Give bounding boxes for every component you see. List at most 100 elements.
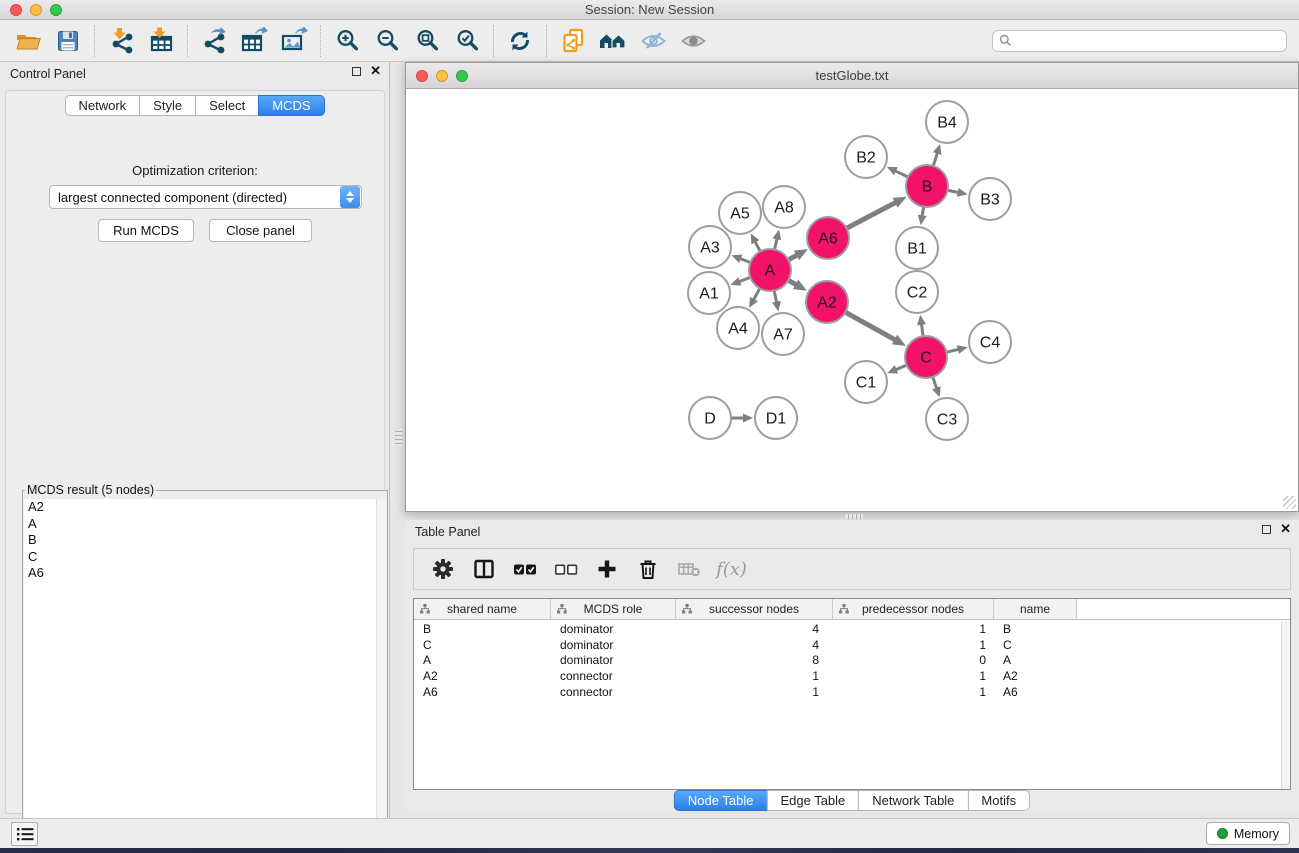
table-cell: C [994, 638, 1077, 652]
table-body: Bdominator41BCdominator41CAdominator80AA… [414, 621, 1281, 789]
search-icon [999, 34, 1012, 47]
memory-button[interactable]: Memory [1206, 822, 1290, 845]
task-history-button[interactable] [11, 822, 38, 846]
tab-style[interactable]: Style [139, 95, 196, 116]
vertical-splitter-handle[interactable] [395, 428, 402, 446]
graph-edge-C-C4[interactable] [946, 349, 959, 352]
mcds-result-item[interactable]: A6 [24, 565, 376, 582]
network-canvas[interactable]: B4B2BB3A5A8A6B1A3AC2A1A2A4A7C4CC1C3DD1 [406, 89, 1298, 511]
close-window-icon[interactable] [10, 4, 22, 16]
settings-gear-icon[interactable] [424, 552, 461, 586]
mcds-result-item[interactable]: A [24, 516, 376, 533]
table-panel-tabs: Node TableEdge TableNetwork TableMotifs [674, 790, 1030, 811]
zoom-out-icon[interactable] [367, 23, 407, 59]
refresh-icon[interactable] [500, 23, 540, 59]
network-minimize-icon[interactable] [436, 70, 448, 82]
float-table-panel-icon[interactable] [1262, 525, 1271, 534]
graph-edge-C-C3[interactable] [933, 377, 937, 390]
hide-selected-icon[interactable] [633, 23, 673, 59]
column-header-successor-nodes[interactable]: successor nodes [676, 599, 833, 619]
export-network-icon[interactable] [194, 23, 234, 59]
import-table-icon[interactable] [141, 23, 181, 59]
graph-edge-B-B4[interactable] [933, 152, 937, 166]
zoom-in-icon[interactable] [327, 23, 367, 59]
run-mcds-button[interactable]: Run MCDS [98, 219, 194, 242]
tab-edge-table[interactable]: Edge Table [766, 790, 859, 811]
zoom-window-icon[interactable] [50, 4, 62, 16]
search-input[interactable] [1016, 34, 1280, 48]
table-panel: Table Panel ✕ [405, 520, 1299, 812]
network-zoom-icon[interactable] [456, 70, 468, 82]
graph-node-label-B: B [922, 179, 933, 196]
column-header-mcds-role[interactable]: MCDS role [551, 599, 676, 619]
add-column-icon[interactable] [588, 552, 625, 586]
graph-node-label-D: D [704, 411, 716, 428]
main-toolbar [0, 20, 1299, 62]
mcds-result-item[interactable]: A2 [24, 499, 376, 516]
table-row[interactable]: Adominator80A [414, 652, 1281, 668]
mcds-result-scrollbar[interactable] [376, 499, 386, 827]
table-scrollbar[interactable] [1281, 621, 1290, 789]
mcds-result-item[interactable]: C [24, 549, 376, 566]
table-row[interactable]: A6connector11A6 [414, 684, 1281, 700]
zoom-selected-icon[interactable] [447, 23, 487, 59]
table-cell: connector [551, 669, 676, 683]
export-image-icon[interactable] [274, 23, 314, 59]
mcds-result-item[interactable]: B [24, 532, 376, 549]
table-panel-header: Table Panel ✕ [405, 520, 1299, 544]
tab-node-table[interactable]: Node Table [674, 790, 768, 811]
float-panel-icon[interactable] [352, 67, 361, 76]
houses-icon[interactable] [593, 23, 633, 59]
close-panel-button[interactable]: Close panel [209, 219, 312, 242]
delete-column-icon[interactable] [629, 552, 666, 586]
zoom-fit-icon[interactable] [407, 23, 447, 59]
export-table-icon[interactable] [234, 23, 274, 59]
graph-edge-A-A4[interactable] [753, 288, 760, 300]
select-all-icon[interactable] [506, 552, 543, 586]
table-cell: 0 [833, 653, 994, 667]
table-panel-title: Table Panel [415, 525, 480, 539]
tab-motifs[interactable]: Motifs [967, 790, 1030, 811]
graph-edge-A2-C[interactable] [845, 312, 896, 340]
table-cell: 1 [833, 622, 994, 636]
toolbar-separator [546, 25, 547, 57]
tab-network-table[interactable]: Network Table [858, 790, 968, 811]
tab-mcds[interactable]: MCDS [258, 95, 324, 116]
column-header-name[interactable]: name [994, 599, 1077, 619]
optimization-criterion-select[interactable]: largest connected component (directed) [49, 185, 362, 209]
tab-select[interactable]: Select [195, 95, 259, 116]
copy-network-icon[interactable] [553, 23, 593, 59]
toolbar-separator [94, 25, 95, 57]
resize-grip-icon[interactable] [1283, 496, 1296, 509]
table-cell: A [414, 653, 551, 667]
table-row[interactable]: A2connector11A2 [414, 668, 1281, 684]
toolbar-separator [320, 25, 321, 57]
import-network-icon[interactable] [101, 23, 141, 59]
horizontal-splitter-handle[interactable] [845, 514, 863, 519]
show-all-icon[interactable] [673, 23, 713, 59]
toggle-column-icon[interactable] [465, 552, 502, 586]
save-session-icon[interactable] [48, 23, 88, 59]
graph-edge-B-B2[interactable] [894, 170, 908, 177]
network-graph-svg: B4B2BB3A5A8A6B1A3AC2A1A2A4A7C4CC1C3DD1 [406, 89, 1298, 511]
deselect-all-icon[interactable] [547, 552, 584, 586]
open-session-icon[interactable] [8, 23, 48, 59]
search-field[interactable] [992, 30, 1287, 52]
close-table-panel-icon[interactable]: ✕ [1280, 524, 1291, 534]
network-close-icon[interactable] [416, 70, 428, 82]
table-cell: dominator [551, 653, 676, 667]
memory-label: Memory [1234, 827, 1279, 841]
close-panel-icon[interactable]: ✕ [370, 66, 381, 76]
function-builder-icon[interactable]: f(x) [711, 552, 748, 586]
graph-edge-arrowhead [957, 345, 968, 354]
table-row[interactable]: Cdominator41C [414, 637, 1281, 653]
column-header-shared-name[interactable]: shared name [414, 599, 551, 619]
table-row[interactable]: Bdominator41B [414, 621, 1281, 637]
minimize-window-icon[interactable] [30, 4, 42, 16]
graph-edge-A6-B[interactable] [847, 202, 897, 228]
tab-network[interactable]: Network [64, 95, 140, 116]
column-header-predecessor-nodes[interactable]: predecessor nodes [833, 599, 994, 619]
graph-edge-C-C2[interactable] [921, 323, 923, 336]
network-window-titlebar[interactable]: testGlobe.txt [406, 63, 1298, 89]
delete-table-icon[interactable] [670, 552, 707, 586]
